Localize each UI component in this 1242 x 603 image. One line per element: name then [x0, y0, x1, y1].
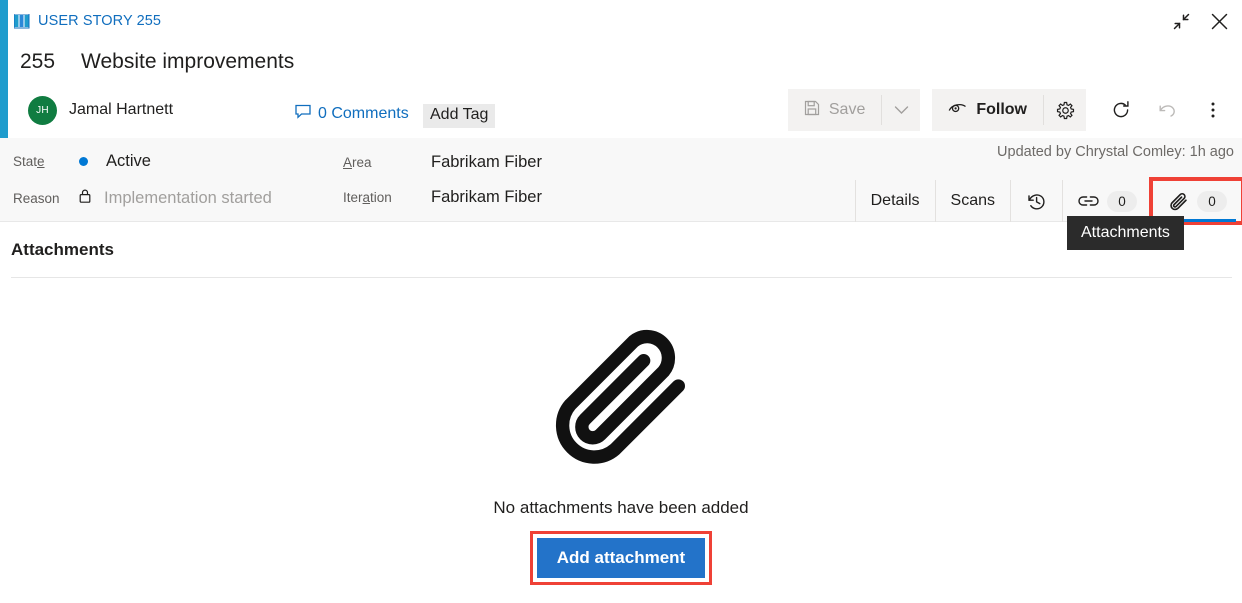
field-reason-label: Reason [13, 191, 60, 206]
avatar[interactable]: JH [28, 95, 57, 125]
attachments-empty-state: No attachments have been added Add attac… [0, 318, 1242, 585]
gear-icon [1056, 101, 1074, 119]
field-area-label: Area [343, 155, 372, 170]
link-icon [1078, 196, 1099, 206]
assignee-name[interactable]: Jamal Hartnett [69, 101, 173, 119]
work-item-title[interactable]: Website improvements [81, 50, 294, 74]
tab-details[interactable]: Details [854, 180, 935, 222]
window-controls [1164, 6, 1236, 36]
field-area[interactable]: Area Fabrikam Fiber [343, 153, 542, 172]
section-divider [11, 277, 1232, 278]
add-attachment-button[interactable]: Add attachment [536, 538, 706, 578]
refresh-icon [1113, 101, 1129, 118]
field-iteration-label: Iteration [343, 190, 392, 205]
add-tag-button[interactable]: Add Tag [423, 104, 496, 128]
large-paperclip-icon [541, 318, 701, 478]
follow-button-label: Follow [976, 101, 1027, 118]
field-iteration[interactable]: Iteration Fabrikam Fiber [343, 188, 542, 207]
lock-icon [79, 189, 91, 208]
tab-details-label: Details [870, 192, 920, 209]
eye-icon [948, 101, 967, 120]
more-actions-button[interactable] [1190, 89, 1236, 131]
tab-history[interactable] [1010, 180, 1062, 222]
assignee-row: JH Jamal Hartnett [28, 94, 173, 126]
save-button-label: Save [828, 101, 866, 118]
field-state-value: Active [106, 152, 151, 170]
work-item-toolbar: Save Follow [787, 88, 1236, 132]
tab-scans[interactable]: Scans [934, 180, 1010, 222]
restore-window-icon[interactable] [1164, 6, 1198, 36]
field-area-value: Fabrikam Fiber [431, 153, 542, 171]
tab-links-count: 0 [1107, 190, 1137, 212]
settings-button[interactable] [1044, 89, 1086, 131]
save-disk-icon [804, 100, 820, 121]
updated-by-label: Updated by Chrystal Comley: 1h ago [997, 144, 1234, 160]
more-kebab-icon [1211, 102, 1215, 118]
user-story-icon [14, 13, 31, 29]
field-state[interactable]: State Active [13, 152, 151, 171]
save-button-group: Save [787, 89, 921, 131]
tab-scans-label: Scans [950, 192, 995, 209]
comments-count-label: 0 Comments [318, 105, 409, 122]
work-item-type-accent-bar [0, 0, 8, 138]
history-icon [1028, 193, 1045, 210]
attachments-section-title: Attachments [11, 240, 114, 259]
field-state-label: State [13, 154, 45, 169]
attachments-empty-text: No attachments have been added [493, 498, 749, 517]
tab-attachments-count: 0 [1197, 190, 1227, 212]
chevron-down-icon [894, 106, 909, 114]
comments-link[interactable]: 0 Comments [295, 104, 409, 124]
work-item-type-header: USER STORY 255 [14, 11, 161, 31]
field-reason-value: Implementation started [104, 189, 272, 207]
follow-button-group: Follow [932, 89, 1086, 131]
comment-bubble-icon [295, 104, 311, 124]
close-icon[interactable] [1202, 6, 1236, 36]
save-options-dropdown[interactable] [882, 89, 920, 131]
revert-button[interactable] [1144, 89, 1190, 131]
state-color-dot [79, 157, 88, 166]
field-reason: Reason Implementation started [13, 189, 272, 208]
work-item-dialog: USER STORY 255 255 Website improvements … [0, 0, 1242, 603]
undo-icon [1159, 105, 1175, 117]
add-attachment-highlight: Add attachment [529, 531, 713, 585]
attachment-paperclip-icon [1170, 192, 1187, 210]
work-item-type-label: USER STORY 255 [38, 13, 162, 29]
work-item-title-row: 255 Website improvements [20, 50, 294, 74]
attachments-tooltip: Attachments [1067, 216, 1184, 250]
save-button[interactable]: Save [788, 89, 881, 131]
work-item-id: 255 [20, 50, 56, 73]
follow-button[interactable]: Follow [932, 89, 1043, 131]
field-iteration-value: Fabrikam Fiber [431, 188, 542, 206]
refresh-button[interactable] [1098, 89, 1144, 131]
